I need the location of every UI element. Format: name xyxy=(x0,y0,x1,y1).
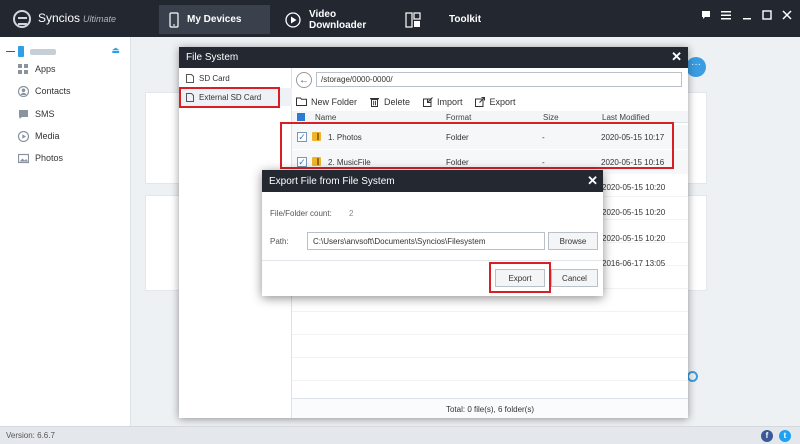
import-icon xyxy=(422,96,433,107)
highlight-box xyxy=(179,87,280,108)
refresh-icon[interactable] xyxy=(687,371,698,382)
version-text: Version: 6.6.7 xyxy=(6,431,55,440)
sidebar: ⏏ Apps Contacts SMS Media Photos xyxy=(0,37,131,426)
highlight-box xyxy=(489,262,551,293)
back-arrow-icon[interactable]: ← xyxy=(296,72,312,88)
maximize-icon[interactable] xyxy=(759,8,775,24)
new-folder-button[interactable]: New Folder xyxy=(296,96,357,107)
facebook-icon[interactable]: f xyxy=(761,430,773,442)
device-name xyxy=(30,48,56,55)
export-dialog: Export File from File System ✕ File/Fold… xyxy=(262,170,603,296)
phone-icon xyxy=(169,11,179,28)
count-value: 2 xyxy=(349,209,354,218)
export-toolbar-button[interactable]: Export xyxy=(475,96,516,107)
sidebar-item-media[interactable]: Media xyxy=(17,128,60,144)
select-all-checkbox[interactable] xyxy=(297,113,305,121)
more-options-icon[interactable]: ··· xyxy=(686,57,706,77)
path-label: Path: xyxy=(270,237,289,246)
status-bar: Version: 6.6.7 f t xyxy=(0,426,800,444)
export-path-field[interactable]: C:\Users\anvsoft\Documents\Syncios\Files… xyxy=(307,232,545,250)
sidebar-item-apps[interactable]: Apps xyxy=(17,61,56,77)
table-row[interactable] xyxy=(292,358,688,381)
app-titlebar: Syncios Ultimate My Devices Video Downloa… xyxy=(0,0,800,37)
import-button[interactable]: Import xyxy=(422,96,463,107)
highlight-box xyxy=(280,122,674,169)
photos-icon xyxy=(17,152,29,164)
media-icon xyxy=(17,130,29,142)
column-last-modified[interactable]: Last Modified xyxy=(602,113,650,122)
column-size[interactable]: Size xyxy=(543,113,559,122)
row-modified: 2020-05-15 10:20 xyxy=(602,234,666,243)
file-system-close-icon[interactable]: ✕ xyxy=(671,49,682,65)
row-modified: 2020-05-15 10:20 xyxy=(602,208,666,217)
contacts-icon xyxy=(17,85,29,97)
tab-video-downloader[interactable]: Video Downloader xyxy=(285,5,395,34)
folder-icon xyxy=(296,96,307,107)
syncios-logo-icon xyxy=(13,10,31,28)
apps-icon xyxy=(17,63,29,75)
export-dialog-title: Export File from File System xyxy=(262,170,603,192)
eject-icon[interactable]: ⏏ xyxy=(111,45,120,56)
minimize-icon[interactable] xyxy=(739,8,755,24)
play-icon xyxy=(285,11,301,28)
chat-icon[interactable] xyxy=(698,8,714,24)
count-label: File/Folder count: xyxy=(270,209,332,218)
menu-icon[interactable] xyxy=(718,8,734,24)
file-count-footer: Total: 0 file(s), 6 folder(s) xyxy=(292,398,688,418)
column-name[interactable]: Name xyxy=(315,113,336,122)
sidebar-item-sms[interactable]: SMS xyxy=(17,106,55,122)
path-field[interactable]: /storage/0000-0000/ xyxy=(316,72,682,87)
sidebar-item-contacts[interactable]: Contacts xyxy=(17,83,71,99)
cancel-button[interactable]: Cancel xyxy=(551,269,598,287)
export-dialog-close-icon[interactable]: ✕ xyxy=(587,173,598,189)
file-toolbar: New Folder Delete Import Export xyxy=(292,92,688,111)
twitter-icon[interactable]: t xyxy=(779,430,791,442)
column-format[interactable]: Format xyxy=(446,113,471,122)
toolkit-icon xyxy=(405,11,421,28)
app-name: Syncios Ultimate xyxy=(38,11,117,25)
location-sd-card[interactable]: SD Card xyxy=(179,69,292,87)
device-selector[interactable]: ⏏ xyxy=(6,43,124,60)
file-system-title: File System xyxy=(179,47,688,68)
trash-icon xyxy=(369,96,380,107)
divider xyxy=(262,260,603,261)
tab-my-devices[interactable]: My Devices xyxy=(159,5,270,34)
device-phone-icon xyxy=(18,46,24,57)
tab-toolkit[interactable]: Toolkit xyxy=(405,5,495,34)
row-modified: 2016-06-17 13:05 xyxy=(602,259,666,268)
table-row[interactable] xyxy=(292,335,688,358)
sms-icon xyxy=(17,108,29,120)
table-row[interactable] xyxy=(292,312,688,335)
sd-card-icon xyxy=(185,73,195,83)
export-icon xyxy=(475,96,486,107)
browse-button[interactable]: Browse xyxy=(548,232,598,250)
delete-button[interactable]: Delete xyxy=(369,96,410,107)
row-modified: 2020-05-15 10:20 xyxy=(602,183,666,192)
collapse-dash-icon xyxy=(6,51,15,52)
sidebar-item-photos[interactable]: Photos xyxy=(17,150,63,166)
close-icon[interactable] xyxy=(779,8,795,24)
